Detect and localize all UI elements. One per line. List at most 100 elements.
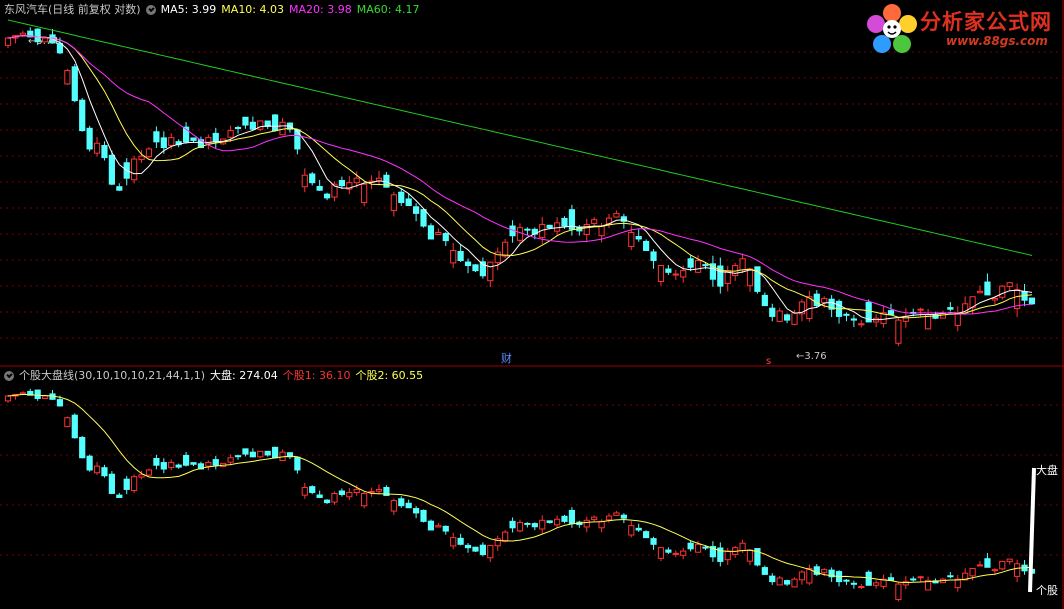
logo-title: 分析家公式网 xyxy=(920,10,1052,34)
bottom-candle xyxy=(479,544,486,556)
top-candle xyxy=(954,312,961,326)
logo-url: www.88gs.com xyxy=(946,34,1048,48)
top-candle xyxy=(413,206,420,214)
bottom-candle xyxy=(390,500,397,512)
bottom-candle xyxy=(457,537,464,545)
bottom-candle xyxy=(657,547,665,559)
settings-toggle-icon-2[interactable] xyxy=(4,371,14,381)
top-candle xyxy=(999,285,1006,298)
top-candle xyxy=(375,177,383,182)
top-candle xyxy=(1006,282,1013,287)
top-candle xyxy=(323,193,331,199)
bottom-candle xyxy=(116,494,123,498)
top-candle xyxy=(791,312,798,325)
bottom-candle xyxy=(991,569,998,572)
bottom-candle xyxy=(301,486,308,496)
top-candle xyxy=(583,223,590,235)
bottom-candle xyxy=(628,525,635,536)
bottom-candle xyxy=(405,502,412,509)
top-candle xyxy=(435,231,442,235)
top-candle xyxy=(398,191,405,203)
top-candle xyxy=(746,268,754,287)
bottom-candle xyxy=(553,518,561,526)
top-candle xyxy=(420,209,427,227)
bottom-candle xyxy=(976,564,984,567)
top-candle xyxy=(694,259,702,273)
top-ma-lines xyxy=(7,19,1033,321)
bottom-candle xyxy=(153,458,160,466)
top-candle xyxy=(895,319,902,344)
bottom-candle xyxy=(86,455,93,471)
bottom-candle xyxy=(368,490,375,493)
bottom-candle xyxy=(123,478,130,490)
indicator-title[interactable]: 个股大盘线(30,10,10,10,21,44,1,1) xyxy=(19,369,205,383)
bottom-candle xyxy=(323,499,331,504)
bottom-candle xyxy=(843,579,850,582)
bottom-candle xyxy=(420,509,427,522)
bottom-candle xyxy=(591,516,598,521)
bottom-candle xyxy=(583,519,590,528)
bottom-candle xyxy=(346,491,353,498)
bottom-candle xyxy=(999,560,1006,570)
ma20-value: MA20: 3.98 xyxy=(289,3,352,16)
bottom-candle xyxy=(784,580,791,585)
bottom-candle xyxy=(353,488,360,493)
bottom-candle xyxy=(910,578,917,581)
top-candle xyxy=(947,307,954,310)
bottom-candle xyxy=(71,414,78,439)
top-candle xyxy=(650,251,657,261)
bottom-candle xyxy=(212,459,219,466)
bottom-candle xyxy=(294,456,301,471)
bottom-candle xyxy=(427,520,435,531)
ma10-line xyxy=(7,35,1033,319)
bottom-candle xyxy=(108,473,115,494)
top-candle xyxy=(821,297,828,304)
top-candle xyxy=(427,225,435,240)
bottom-candle xyxy=(984,558,991,568)
top-candle xyxy=(19,32,26,36)
bottom-candle xyxy=(101,467,108,477)
ma5-value: MA5: 3.99 xyxy=(160,3,217,16)
top-candle xyxy=(843,313,850,316)
ma20-line xyxy=(7,35,1033,315)
bottom-candle xyxy=(160,462,167,470)
grid-lines xyxy=(0,51,1063,556)
settings-toggle-icon[interactable] xyxy=(145,5,156,15)
marker-s: s xyxy=(766,356,771,367)
top-candle xyxy=(887,310,895,316)
top-candle xyxy=(702,264,709,267)
bottom-candle xyxy=(895,583,902,600)
top-legend: 东风汽车(日线 前复权 对数) MA5: 3.99 MA10: 4.03 MA2… xyxy=(4,3,424,17)
ma10-value: MA10: 4.03 xyxy=(221,3,285,16)
top-candle xyxy=(390,194,397,212)
bottom-candle xyxy=(798,571,806,581)
top-candle xyxy=(561,217,568,227)
bottom-candle xyxy=(435,525,442,528)
top-candle xyxy=(524,228,531,231)
bottom-candle xyxy=(598,520,605,529)
bottom-candle xyxy=(338,490,345,495)
top-candle xyxy=(858,323,865,326)
ma60-value: MA60: 4.17 xyxy=(356,3,420,16)
bottom-candle xyxy=(776,577,783,586)
bottom-candle xyxy=(769,575,776,583)
top-candle xyxy=(71,66,78,102)
top-candle xyxy=(212,132,219,143)
bottom-candle xyxy=(502,531,509,542)
top-candle xyxy=(405,198,412,207)
stock-title[interactable]: 东风汽车(日线 前复权 对数) xyxy=(4,3,141,17)
bottom-candle xyxy=(442,525,449,532)
top-candle xyxy=(108,154,115,185)
top-candle xyxy=(657,265,665,282)
bottom-candle xyxy=(56,399,64,407)
bottom-candle xyxy=(242,448,249,455)
top-candle xyxy=(116,186,123,191)
bottom-candle xyxy=(34,389,41,399)
bottom-candle xyxy=(680,550,687,556)
top-candle xyxy=(976,290,984,294)
bottom-candle xyxy=(761,567,768,575)
top-candle xyxy=(687,258,694,268)
top-candle xyxy=(806,296,813,319)
bottom-candle xyxy=(524,522,531,525)
top-candle xyxy=(272,114,279,132)
